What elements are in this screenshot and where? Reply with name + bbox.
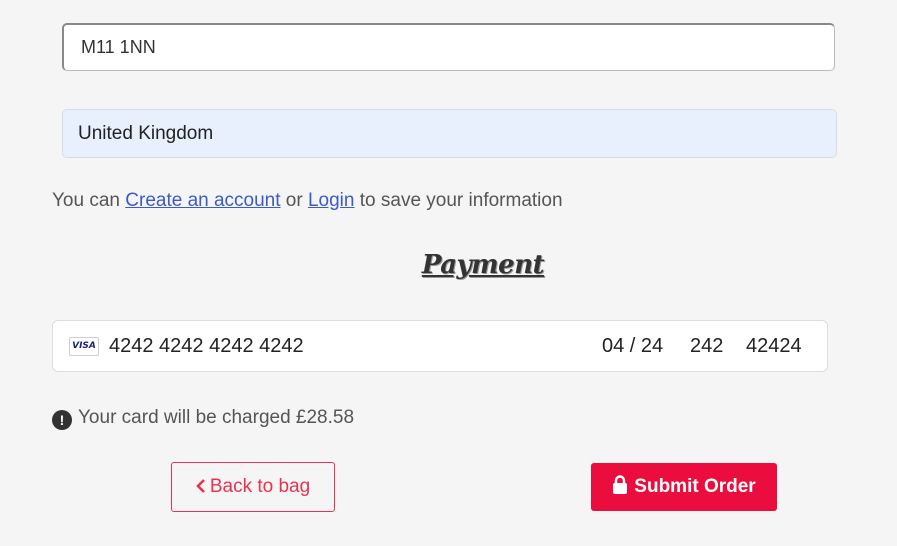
- card-postal-input[interactable]: 42424: [746, 335, 802, 358]
- info-circle-icon: !: [52, 410, 72, 430]
- payment-heading: Payment: [421, 250, 545, 280]
- card-cvc-input[interactable]: 242: [690, 335, 723, 358]
- create-account-link[interactable]: Create an account: [125, 190, 280, 211]
- charge-text: Your card will be charged £28.58: [78, 407, 355, 428]
- card-number-input[interactable]: 4242 4242 4242 4242: [109, 335, 304, 358]
- lock-icon: [612, 474, 628, 500]
- charge-notice: ! Your card will be charged £28.58: [52, 407, 354, 430]
- submit-order-label: Submit Order: [634, 476, 756, 497]
- login-link[interactable]: Login: [308, 190, 355, 211]
- submit-order-button[interactable]: Submit Order: [591, 463, 777, 511]
- account-prompt-prefix: You can: [52, 190, 126, 211]
- country-field[interactable]: United Kingdom: [62, 109, 837, 158]
- card-expiry-input[interactable]: 04 / 24: [602, 335, 663, 358]
- back-to-bag-label: Back to bag: [209, 476, 311, 497]
- chevron-left-icon: [195, 478, 206, 496]
- account-prompt-suffix: to save your information: [354, 190, 563, 211]
- account-prompt: You can Create an account or Login to sa…: [52, 190, 563, 212]
- account-prompt-middle: or: [280, 190, 308, 211]
- postcode-input[interactable]: [62, 23, 835, 71]
- visa-icon: VISA: [69, 337, 99, 356]
- card-element[interactable]: VISA 4242 4242 4242 4242 04 / 24 242 424…: [52, 320, 828, 372]
- back-to-bag-button[interactable]: Back to bag: [171, 462, 335, 512]
